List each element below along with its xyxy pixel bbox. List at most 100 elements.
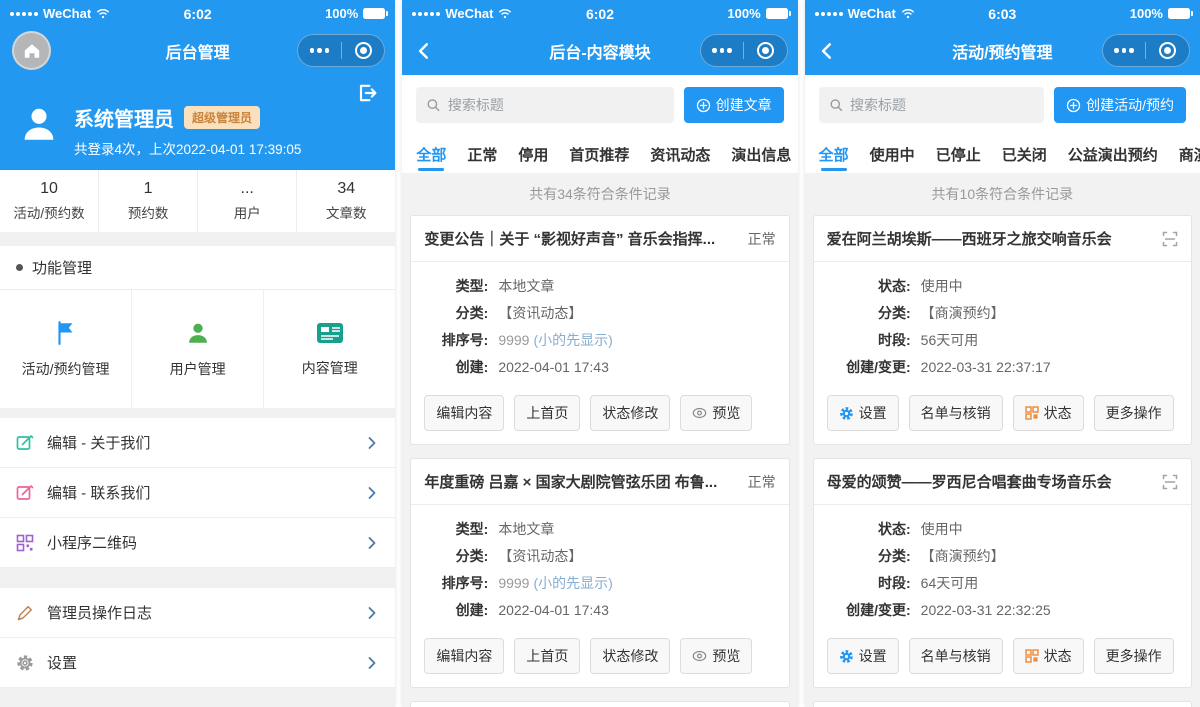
three-phone-screens: WeChat 6:02 100% 后台管理 系统管理员 超级管理员 共登录4次，… (0, 0, 1200, 707)
tab-show-info[interactable]: 演出信息 (731, 135, 791, 173)
search-input[interactable] (447, 97, 664, 113)
preview-button[interactable]: 预览 (680, 395, 753, 431)
signal-dots-icon (10, 11, 38, 16)
more-menu-button[interactable] (298, 48, 341, 53)
wechat-capsule (297, 34, 386, 67)
back-button[interactable] (414, 37, 442, 65)
scan-qr-icon[interactable] (1162, 231, 1178, 247)
status-modify-button[interactable]: 状态修改 (590, 395, 671, 431)
menu-label: 编辑 - 联系我们 (47, 485, 151, 502)
search-box[interactable] (818, 87, 1045, 123)
pen-log-icon (17, 605, 33, 620)
field-label: 类型: (455, 278, 489, 294)
wechat-capsule (699, 34, 788, 67)
more-menu-button[interactable] (1103, 48, 1146, 53)
field-value: 2022-04-01 17:43 (498, 359, 609, 375)
button-label: 状态修改 (602, 648, 659, 664)
button-label: 名单与核销 (920, 405, 991, 421)
wifi-icon (901, 9, 915, 19)
search-icon (830, 99, 842, 112)
menu-item-admin-log[interactable]: 管理员操作日志 (0, 588, 396, 638)
create-article-button[interactable]: 创建文章 (683, 87, 784, 123)
search-box[interactable] (416, 87, 674, 123)
more-actions-button[interactable]: 更多操作 (1093, 395, 1174, 431)
tab-home-recommend[interactable]: 首页推荐 (569, 135, 629, 173)
status-badge: 正常 (747, 230, 776, 247)
card-title: 变更公告｜关于 “影视好声音” 音乐会指挥... (424, 231, 716, 248)
battery-icon (363, 8, 389, 19)
func-content-management[interactable]: 内容管理 (264, 290, 395, 408)
field-label: 分类: (455, 305, 489, 321)
flag-icon (57, 320, 73, 345)
more-actions-button[interactable]: 更多操作 (1093, 638, 1174, 674)
admin-name: 系统管理员 (74, 109, 174, 131)
close-minimize-button[interactable] (342, 42, 385, 59)
back-button[interactable] (817, 37, 845, 65)
to-homepage-button[interactable]: 上首页 (514, 395, 581, 431)
sort-hint: (小的先显示) (533, 332, 613, 348)
tab-all[interactable]: 全部 (416, 135, 446, 173)
scan-qr-icon[interactable] (1162, 474, 1178, 490)
status-grid-icon (1024, 649, 1039, 663)
status-button[interactable]: 状态 (1012, 638, 1084, 674)
tab-public-show[interactable]: 公益演出预约 (1068, 135, 1158, 173)
tab-commercial-show[interactable]: 商演预 (1179, 135, 1200, 173)
field-value: 2022-03-31 22:37:17 (920, 359, 1051, 375)
roster-verify-button[interactable]: 名单与核销 (908, 395, 1003, 431)
menu-item-qr-code[interactable]: 小程序二维码 (0, 518, 396, 568)
tab-closed[interactable]: 已关闭 (1002, 135, 1047, 173)
tab-news[interactable]: 资讯动态 (650, 135, 710, 173)
func-user-management[interactable]: 用户管理 (132, 290, 265, 408)
edit-content-button[interactable]: 编辑内容 (424, 638, 505, 674)
battery-percent: 100% (325, 6, 359, 21)
field-value: 本地文章 (498, 521, 555, 537)
logout-icon (360, 84, 377, 102)
card-title: 爱在阿兰胡埃斯——西班牙之旅交响音乐会 (826, 231, 1112, 248)
record-count: 共有34条符合条件记录 (529, 186, 671, 202)
button-label: 更多操作 (1105, 405, 1162, 421)
chevron-right-icon (368, 536, 376, 549)
button-label: 编辑内容 (436, 648, 493, 664)
nav-bar: 后台管理 (0, 27, 396, 75)
settings-button[interactable]: 设置 (826, 395, 899, 431)
carrier-label: WeChat (445, 6, 494, 21)
menu-item-settings[interactable]: 设置 (0, 638, 396, 688)
search-input[interactable] (850, 97, 1035, 113)
plus-circle-icon (1066, 98, 1081, 112)
create-activity-button[interactable]: 创建活动/预约 (1054, 87, 1186, 123)
func-activity-management[interactable]: 活动/预约管理 (0, 290, 133, 408)
field-label: 分类: (877, 548, 911, 564)
tab-normal[interactable]: 正常 (467, 135, 497, 173)
button-label: 设置 (858, 648, 887, 664)
tab-all[interactable]: 全部 (819, 135, 849, 173)
to-homepage-button[interactable]: 上首页 (514, 638, 581, 674)
more-menu-button[interactable] (701, 48, 744, 53)
tab-disabled[interactable]: 停用 (518, 135, 548, 173)
func-label: 活动/预约管理 (21, 360, 110, 377)
edit-content-button[interactable]: 编辑内容 (424, 395, 505, 431)
tab-stopped[interactable]: 已停止 (936, 135, 981, 173)
tab-in-use[interactable]: 使用中 (870, 135, 915, 173)
button-label: 名单与核销 (920, 648, 991, 664)
filter-tabs: 全部 正常 停用 首页推荐 资讯动态 演出信息 艺 (402, 135, 798, 173)
nav-bar: 活动/预约管理 (804, 27, 1200, 75)
status-button[interactable]: 状态 (1012, 395, 1084, 431)
close-minimize-button[interactable] (744, 42, 787, 59)
settings-button[interactable]: 设置 (826, 638, 899, 674)
field-value: 2022-03-31 22:32:25 (920, 602, 1051, 618)
menu-item-edit-about[interactable]: 编辑 - 关于我们 (0, 418, 396, 468)
content-card-icon (316, 322, 343, 343)
field-label: 创建/变更: (846, 359, 911, 375)
close-minimize-button[interactable] (1146, 42, 1189, 59)
phone-admin-home: WeChat 6:02 100% 后台管理 系统管理员 超级管理员 共登录4次，… (0, 0, 396, 707)
preview-button[interactable]: 预览 (680, 638, 753, 674)
roster-verify-button[interactable]: 名单与核销 (908, 638, 1003, 674)
field-value: 本地文章 (498, 278, 555, 294)
status-modify-button[interactable]: 状态修改 (590, 638, 671, 674)
clock: 6:02 (585, 5, 614, 22)
home-button[interactable] (12, 31, 51, 70)
status-badge: 正常 (747, 473, 776, 490)
wifi-icon (96, 9, 110, 19)
menu-item-edit-contact[interactable]: 编辑 - 联系我们 (0, 468, 396, 518)
page-title: 活动/预约管理 (952, 45, 1053, 62)
